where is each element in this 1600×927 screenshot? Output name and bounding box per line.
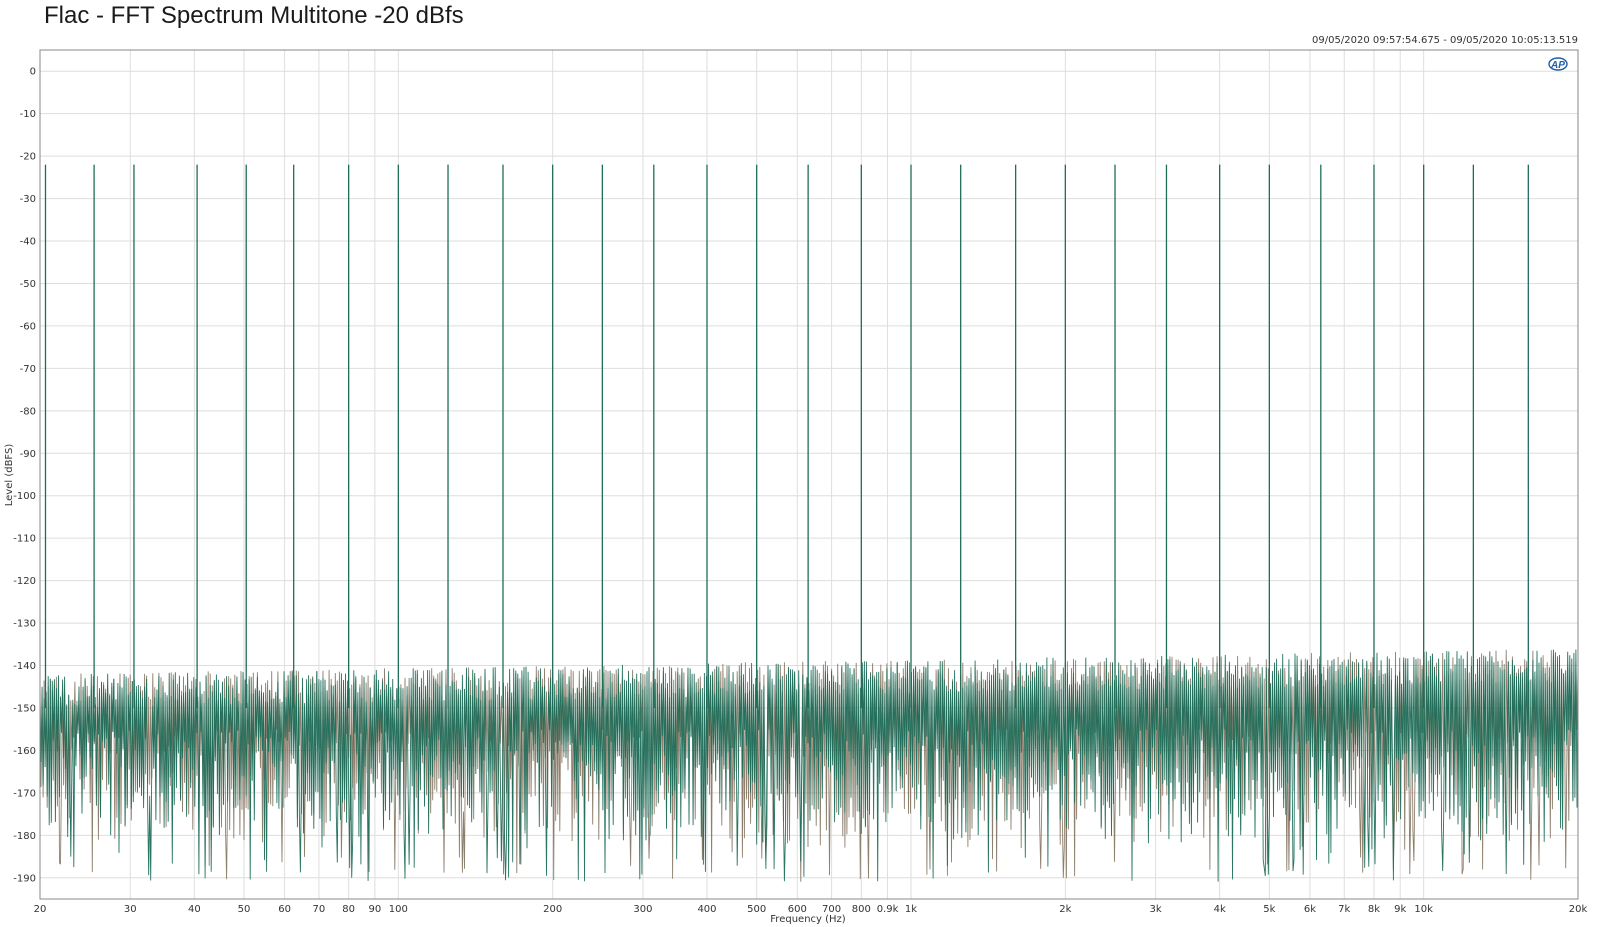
y-tick-label: -110: [13, 534, 36, 545]
x-tick-label: 7k: [1338, 904, 1350, 915]
y-tick-label: -90: [20, 449, 36, 460]
x-tick-label: 20k: [1569, 904, 1588, 915]
spectrum-chart: 0 -10 -20 -30 -40 -50 -60 -70 -80 -90 -100 -110 -120…: [4, 49, 1588, 925]
y-tick-label: -120: [13, 576, 36, 587]
x-tick-label: 400: [697, 904, 716, 915]
y-tick-label: -60: [20, 321, 36, 332]
x-tick-label: 10k: [1414, 904, 1433, 915]
x-tick-label: 20: [34, 904, 47, 915]
x-tick-label: 50: [238, 904, 251, 915]
y-tick-label: -180: [13, 831, 36, 842]
x-tick-label: 90: [369, 904, 382, 915]
y-tick-label: 0: [30, 67, 36, 78]
page: Flac - FFT Spectrum Multitone -20 dBfs 0…: [0, 0, 1600, 927]
y-tick-label: -150: [13, 703, 36, 714]
ap-logo-text: AP: [1550, 60, 1565, 71]
y-tick-label: -70: [20, 364, 36, 375]
x-tick-label: 80: [342, 904, 355, 915]
y-tick-label: -80: [20, 406, 36, 417]
x-tick-label: 0.9k: [877, 904, 899, 915]
x-tick-label: 8k: [1368, 904, 1380, 915]
x-tick-label: 200: [543, 904, 562, 915]
x-tick-label: 1k: [905, 904, 917, 915]
x-tick-label: 9k: [1394, 904, 1406, 915]
x-tick-label: 6k: [1304, 904, 1316, 915]
y-tick-label: -130: [13, 619, 36, 630]
y-tick-label: -20: [20, 152, 36, 163]
y-tick-label: -160: [13, 746, 36, 757]
x-tick-label: 4k: [1214, 904, 1226, 915]
y-tick-label: -170: [13, 788, 36, 799]
noise-floor: [39, 649, 1579, 882]
y-tick-label: -40: [20, 237, 36, 248]
y-tick-label: -190: [13, 873, 36, 884]
y-tick-label: -10: [20, 109, 36, 120]
y-axis-title: Level (dBFS): [4, 444, 15, 507]
x-tick-label: 800: [852, 904, 871, 915]
x-axis-title: Frequency (Hz): [770, 914, 846, 925]
noise-trace-ch2: [39, 649, 1579, 882]
x-tick-label: 60: [278, 904, 291, 915]
x-tick-label: 500: [747, 904, 766, 915]
x-tick-label: 40: [188, 904, 201, 915]
y-tick-label: -100: [13, 491, 36, 502]
x-tick-label: 2k: [1059, 904, 1071, 915]
x-tick-label: 70: [313, 904, 326, 915]
x-tick-label: 30: [124, 904, 137, 915]
x-tick-label: 3k: [1150, 904, 1162, 915]
x-tick-label: 5k: [1263, 904, 1275, 915]
x-tick-label: 300: [633, 904, 652, 915]
tone-peaks: [44, 164, 1529, 708]
y-tick-label: -30: [20, 194, 36, 205]
y-tick-label: -50: [20, 279, 36, 290]
y-tick-label: -140: [13, 661, 36, 672]
ap-logo-icon: AP: [1548, 57, 1568, 71]
x-tick-label: 100: [389, 904, 408, 915]
